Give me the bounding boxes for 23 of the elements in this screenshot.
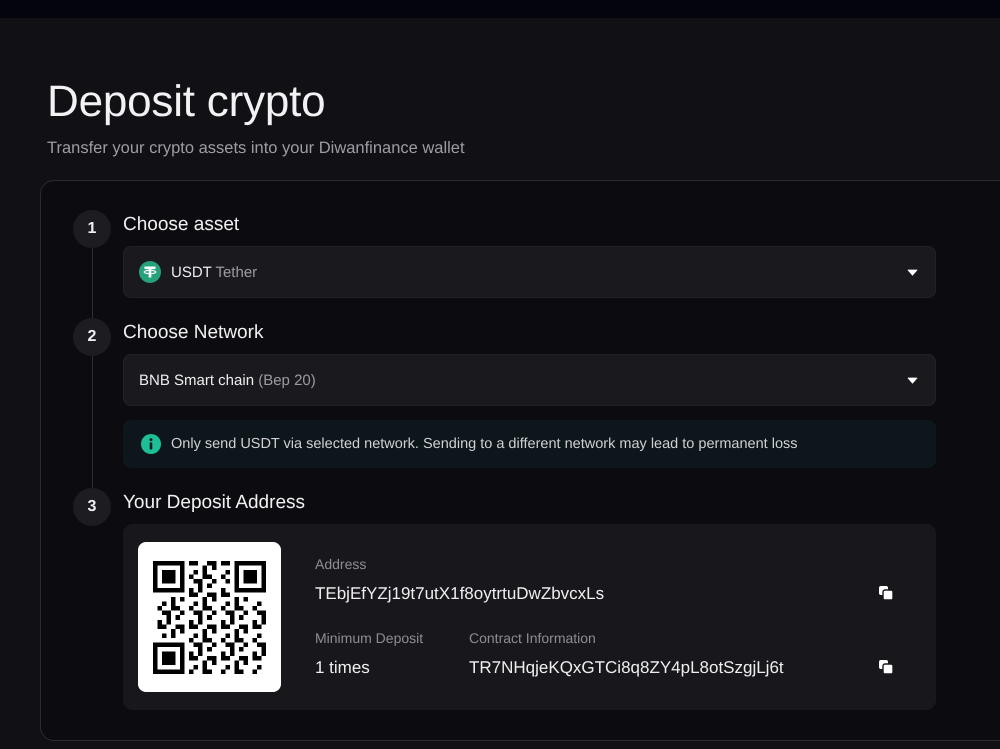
copy-icon[interactable] xyxy=(879,586,893,600)
step-number: 1 xyxy=(73,210,111,248)
page-title: Deposit crypto xyxy=(47,76,326,128)
step-title: Choose Network xyxy=(123,321,264,345)
asset-select[interactable]: USDT Tether xyxy=(123,246,936,298)
network-select[interactable]: BNB Smart chain (Bep 20) xyxy=(123,354,936,406)
minimum-deposit-label: Minimum Deposit xyxy=(315,629,424,648)
step-title: Choose asset xyxy=(123,213,240,237)
tether-coin-icon xyxy=(139,261,161,283)
caret-icon xyxy=(907,376,918,384)
step-number: 3 xyxy=(73,488,111,526)
step-title: Your Deposit Address xyxy=(123,491,306,515)
contract-label: Contract Information xyxy=(469,629,596,648)
contract-value: TR7NHqjeKQxGTCi8q8ZY4pL8otSzgjLj6t xyxy=(469,657,784,679)
warning-text: Only send USDT via selected network. Sending to a different network may lead to permanent loss xyxy=(171,436,798,452)
address-label: Address xyxy=(315,555,366,574)
minimum-deposit-value: 1 times xyxy=(315,657,370,679)
caret-icon xyxy=(907,268,918,276)
info-icon xyxy=(141,434,161,454)
address-value: TEbjEfYZj19t7utX1f8oytrtuDwZbvcxLs xyxy=(315,583,604,605)
page-subtitle: Transfer your crypto assets into your Diwanfinance wallet xyxy=(47,138,466,159)
step-number: 2 xyxy=(73,318,111,356)
copy-icon[interactable] xyxy=(879,660,893,674)
